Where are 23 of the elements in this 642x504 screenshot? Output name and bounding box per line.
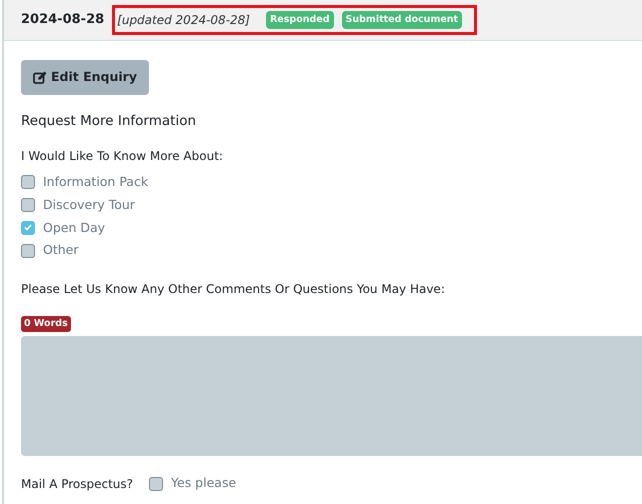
date-text: 2024-08-28 [21,11,104,30]
option-label: Open Day [43,218,106,237]
edit-button[interactable]: Edit Enquiry [21,60,149,95]
question-label: I Would Like To Know More About: [21,148,224,165]
status-tag: Responded [266,10,334,30]
checkbox[interactable] [149,476,164,491]
word-count-badge: 0 Words [21,316,71,332]
updated-text: [updated 2024-08-28] [117,12,250,29]
checkbox[interactable] [21,198,35,212]
prospectus-label: Mail A Prospectus? [21,476,134,493]
checkbox[interactable] [21,175,35,190]
checkbox[interactable] [21,244,35,258]
question-label: Please Let Us Know Any Other Comments Or Questions You May Have: [21,281,446,298]
check-icon [24,224,32,232]
edit-icon [33,70,47,84]
comments-field[interactable] [21,336,642,456]
checkbox[interactable] [21,220,35,235]
option-label: Discovery Tour [43,196,135,214]
status-tag: Submitted document [342,10,462,30]
option-label: Yes please [171,474,236,492]
option-label: Other [43,241,78,260]
section-title: Request More Information [21,112,198,131]
option-label: Information Pack [43,173,148,191]
